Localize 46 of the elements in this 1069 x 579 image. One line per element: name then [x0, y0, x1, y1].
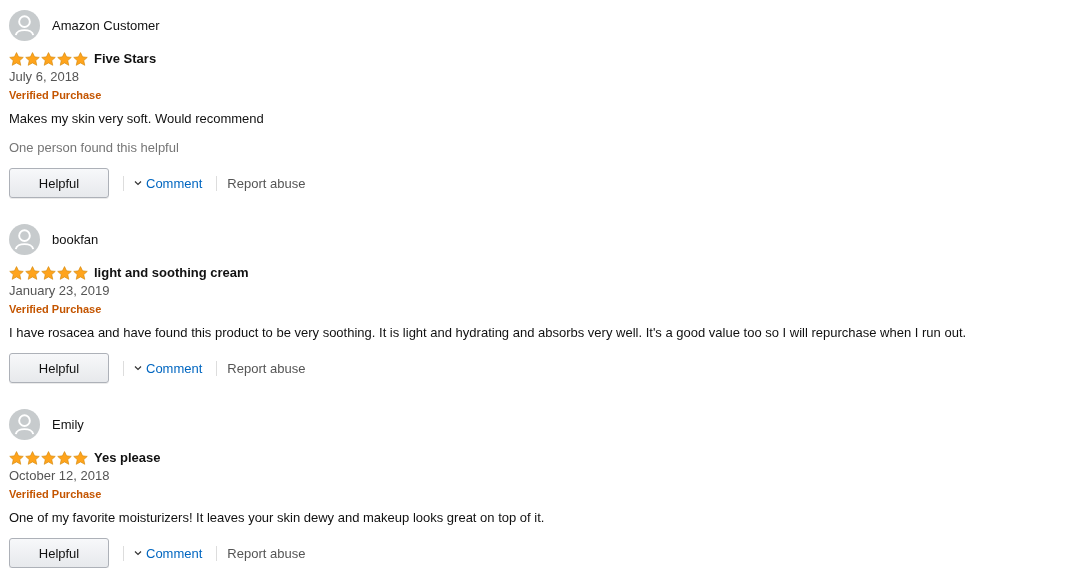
- review-text: One of my favorite moisturizers! It leaves your skin dewy and makeup looks great on top of it.: [9, 510, 546, 525]
- comment-link[interactable]: Comment: [146, 545, 203, 561]
- star-icon: [9, 265, 24, 280]
- chevron-down-icon: [134, 180, 142, 186]
- avatar-icon: [9, 10, 40, 41]
- helpful-count: One person found this helpful: [9, 140, 179, 155]
- review-date: July 6, 2018: [9, 69, 80, 84]
- star-icon: [25, 450, 40, 465]
- helpful-button[interactable]: Helpful: [9, 353, 109, 383]
- star-icon: [41, 265, 56, 280]
- avatar-icon: [9, 409, 40, 440]
- comment-link[interactable]: Comment: [146, 360, 203, 376]
- star-icon: [57, 51, 72, 66]
- reviewer-name: Amazon Customer: [52, 18, 160, 33]
- star-icon: [25, 51, 40, 66]
- review-title: Five Stars: [94, 51, 157, 66]
- review-title: Yes please: [94, 450, 161, 465]
- helpful-button[interactable]: Helpful: [9, 168, 109, 198]
- star-icon: [41, 450, 56, 465]
- review-text: Makes my skin very soft. Would recommend: [9, 111, 265, 126]
- review-date: October 12, 2018: [9, 468, 110, 483]
- review-title: light and soothing cream: [94, 265, 249, 280]
- star-icon: [25, 265, 40, 280]
- star-icon: [9, 450, 24, 465]
- verified-purchase-label: Verified Purchase: [9, 303, 102, 315]
- star-icon: [73, 51, 88, 66]
- helpful-button[interactable]: Helpful: [9, 538, 109, 568]
- report-abuse-link[interactable]: Report abuse: [227, 360, 306, 376]
- star-icon: [57, 265, 72, 280]
- review-date: January 23, 2019: [9, 283, 110, 298]
- chevron-down-icon: [134, 550, 142, 556]
- verified-purchase-label: Verified Purchase: [9, 89, 102, 101]
- star-icon: [73, 450, 88, 465]
- star-icon: [41, 51, 56, 66]
- star-icon: [57, 450, 72, 465]
- star-icon: [73, 265, 88, 280]
- reviewer-name: Emily: [52, 417, 84, 432]
- report-abuse-link[interactable]: Report abuse: [227, 175, 306, 191]
- avatar-icon: [9, 224, 40, 255]
- comment-link[interactable]: Comment: [146, 175, 203, 191]
- reviewer-name: bookfan: [52, 232, 99, 247]
- verified-purchase-label: Verified Purchase: [9, 488, 102, 500]
- chevron-down-icon: [134, 365, 142, 371]
- report-abuse-link[interactable]: Report abuse: [227, 545, 306, 561]
- review-text: I have rosacea and have found this product to be very soothing. It is light and hydrating and absorbs very well. It's a good value too so I will repurchase when I run out.: [9, 325, 968, 340]
- star-icon: [9, 51, 24, 66]
